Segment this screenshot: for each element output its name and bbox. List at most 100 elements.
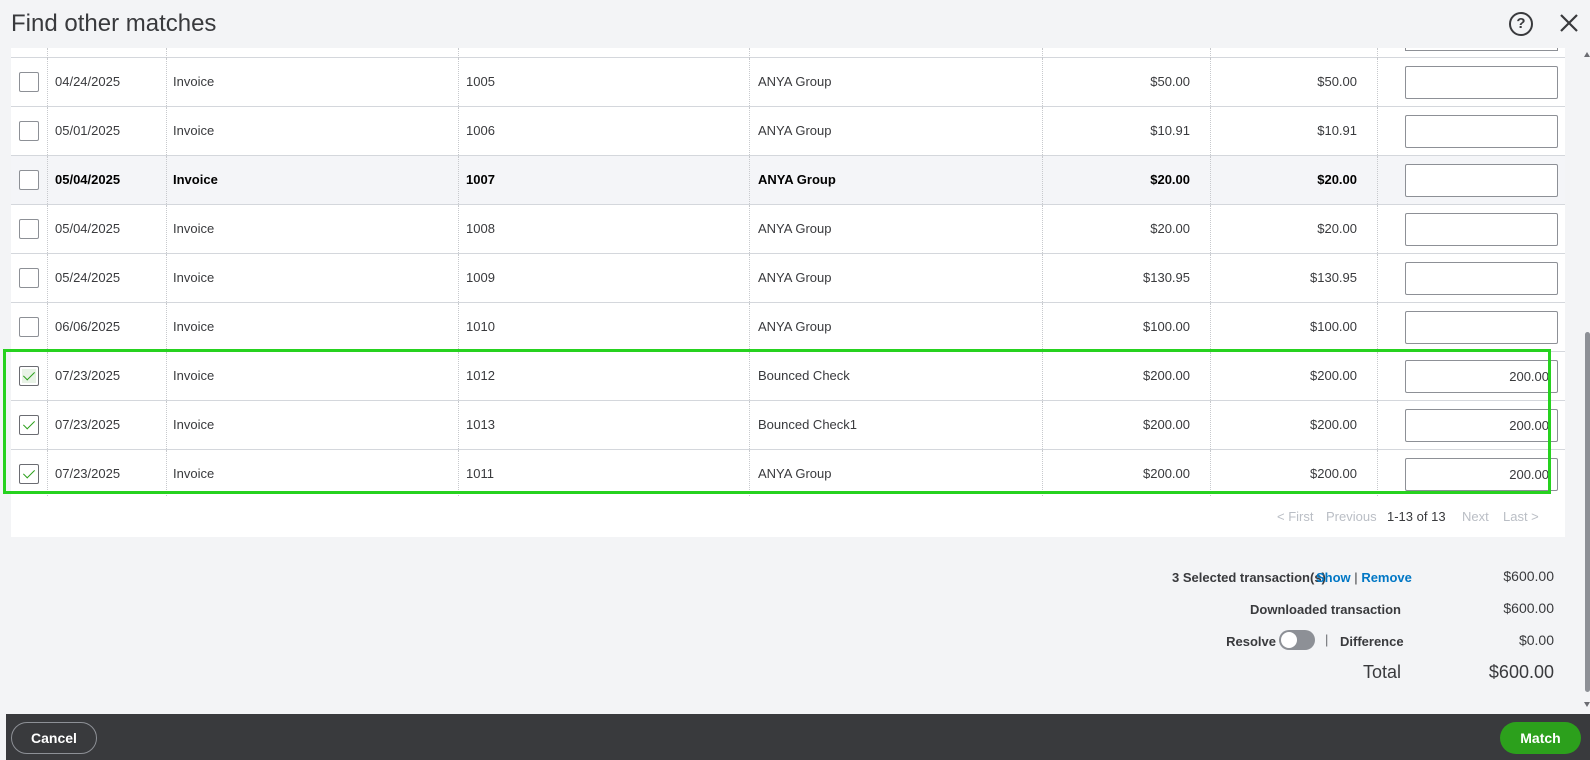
row-date: 07/23/2025: [55, 417, 121, 432]
show-link[interactable]: Show: [1316, 570, 1351, 585]
row-open-balance: $200.00: [1310, 368, 1357, 383]
table-row[interactable]: 06/06/2025 Invoice 1010 ANYA Group $100.00 $1…: [11, 303, 1565, 352]
row-date: 05/01/2025: [55, 123, 121, 138]
column-divider: [458, 401, 459, 449]
pager-next[interactable]: Next: [1462, 509, 1489, 524]
table-row[interactable]: 05/04/2025 Invoice 1007 ANYA Group $20.00 $20…: [11, 156, 1565, 205]
column-divider: [1377, 352, 1378, 400]
row-type: Invoice: [173, 123, 215, 138]
scrollbar-thumb[interactable]: [1585, 332, 1590, 692]
column-divider: [166, 107, 167, 155]
table-row[interactable]: 07/23/2025 Invoice 1011 ANYA Group $200.00 $2…: [11, 450, 1565, 499]
resolve-toggle[interactable]: [1279, 630, 1315, 650]
row-ref-no: 1007: [466, 172, 495, 187]
downloaded-label: Downloaded transaction: [1250, 602, 1401, 617]
row-checkbox[interactable]: [19, 366, 39, 386]
column-divider: [749, 450, 750, 498]
row-payee: ANYA Group: [758, 172, 836, 187]
left-edge: [0, 0, 6, 760]
row-checkbox[interactable]: [19, 268, 39, 288]
row-open-balance: $10.91: [1317, 123, 1357, 138]
payment-input[interactable]: [1405, 115, 1558, 148]
table-row[interactable]: 05/04/2025 Invoice 1008 ANYA Group $20.00 $20…: [11, 205, 1565, 254]
row-checkbox[interactable]: [19, 317, 39, 337]
payment-input[interactable]: [1405, 311, 1558, 344]
dialog-footer: Cancel Match: [6, 714, 1590, 760]
selected-transactions-label: 3 Selected transaction(s): [1172, 570, 1326, 585]
resolve-divider: |: [1325, 632, 1329, 647]
column-divider: [47, 401, 48, 449]
column-divider: [749, 156, 750, 204]
row-original-amount: $200.00: [1143, 466, 1190, 481]
column-divider: [47, 205, 48, 253]
table-row[interactable]: 07/23/2025 Invoice 1013 Bounced Check1 $200.…: [11, 401, 1565, 450]
scroll-down-icon[interactable]: [1584, 702, 1590, 707]
row-payee: ANYA Group: [758, 74, 832, 89]
payment-input[interactable]: [1405, 409, 1558, 442]
table-row[interactable]: 05/24/2025 Invoice 1009 ANYA Group $130.95 $1…: [11, 254, 1565, 303]
column-divider: [47, 254, 48, 302]
total-label: Total: [1362, 662, 1401, 682]
row-checkbox[interactable]: [19, 121, 39, 141]
row-type: Invoice: [173, 270, 215, 285]
table-row[interactable]: 04/24/2025 Invoice 1005 ANYA Group $50.00 $50…: [11, 58, 1565, 107]
row-original-amount: $100.00: [1143, 319, 1190, 334]
payment-input[interactable]: [1405, 66, 1558, 99]
row-open-balance: $200.00: [1310, 466, 1357, 481]
row-date: 07/23/2025: [55, 466, 121, 481]
payment-input[interactable]: [1405, 213, 1558, 246]
table-row[interactable]: 05/01/2025 Invoice 1006 ANYA Group $10.91 $10…: [11, 107, 1565, 156]
column-divider: [458, 156, 459, 204]
cancel-button[interactable]: Cancel: [11, 722, 97, 754]
row-checkbox[interactable]: [19, 72, 39, 92]
column-divider: [166, 303, 167, 351]
column-divider: [458, 107, 459, 155]
column-divider: [749, 401, 750, 449]
scroll-up-icon[interactable]: [1584, 52, 1590, 57]
row-type: Invoice: [173, 172, 218, 187]
payment-input[interactable]: [1405, 360, 1558, 393]
row-payee: ANYA Group: [758, 221, 832, 236]
column-divider: [166, 205, 167, 253]
row-ref-no: 1011: [466, 466, 494, 481]
row-type: Invoice: [173, 319, 215, 334]
row-ref-no: 1009: [466, 270, 495, 285]
row-payee: ANYA Group: [758, 466, 832, 481]
row-ref-no: 1006: [466, 123, 495, 138]
column-divider: [166, 156, 167, 204]
row-checkbox[interactable]: [19, 415, 39, 435]
payment-input[interactable]: [1405, 458, 1558, 491]
row-type: Invoice: [173, 466, 215, 481]
row-checkbox[interactable]: [19, 464, 39, 484]
close-icon[interactable]: [1556, 10, 1582, 36]
column-divider: [749, 107, 750, 155]
downloaded-amount: $600.00: [1503, 600, 1554, 616]
pager-previous[interactable]: Previous: [1326, 509, 1377, 524]
payment-input[interactable]: [1405, 164, 1558, 197]
match-button[interactable]: Match: [1500, 722, 1581, 754]
summary-links: Show | Remove: [1316, 570, 1412, 585]
column-divider: [458, 254, 459, 302]
table-row[interactable]: 07/23/2025 Invoice 1012 Bounced Check $200.0…: [11, 352, 1565, 401]
row-original-amount: $200.00: [1143, 417, 1190, 432]
row-date: 07/23/2025: [55, 368, 121, 383]
row-checkbox[interactable]: [19, 219, 39, 239]
column-divider: [166, 352, 167, 400]
column-divider: [1377, 254, 1378, 302]
pager-last[interactable]: Last >: [1503, 509, 1539, 524]
row-type: Invoice: [173, 368, 215, 383]
row-type: Invoice: [173, 417, 215, 432]
row-original-amount: $50.00: [1150, 74, 1190, 89]
payment-input[interactable]: [1405, 262, 1558, 295]
column-divider: [166, 450, 167, 498]
pager-first[interactable]: < First: [1277, 509, 1313, 524]
row-original-amount: $20.00: [1150, 221, 1190, 236]
row-date: 04/24/2025: [55, 74, 121, 89]
help-icon[interactable]: ?: [1509, 12, 1533, 36]
table-top-strip: [11, 48, 1565, 58]
remove-link[interactable]: Remove: [1361, 570, 1412, 585]
row-checkbox[interactable]: [19, 170, 39, 190]
row-ref-no: 1008: [466, 221, 495, 236]
page-title: Find other matches: [11, 10, 217, 37]
total-amount: $600.00: [1488, 662, 1554, 682]
